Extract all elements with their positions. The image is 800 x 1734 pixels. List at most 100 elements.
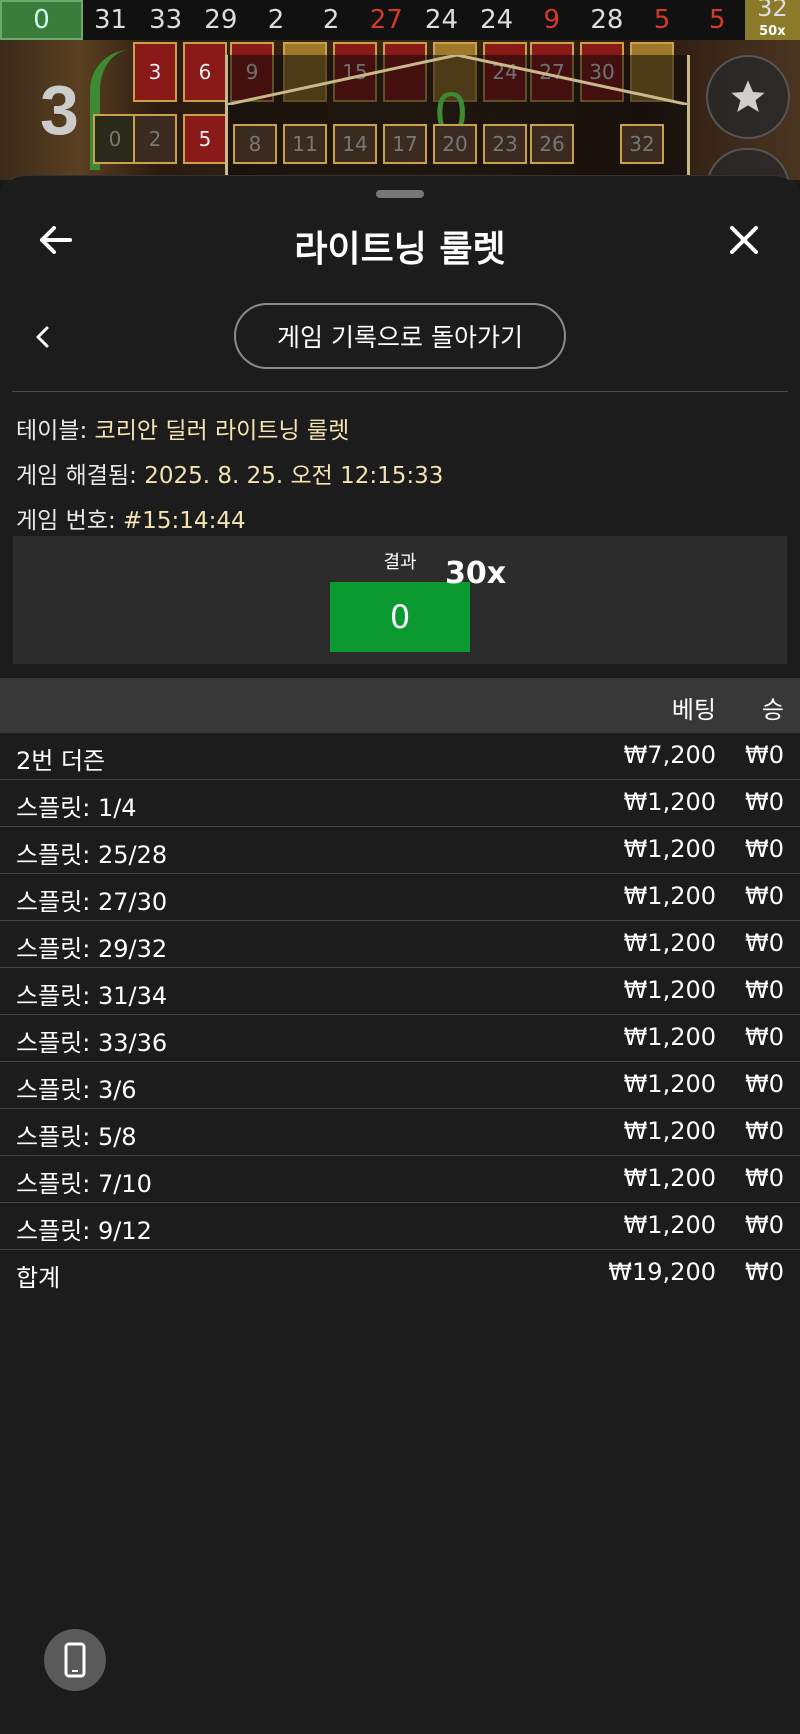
history-result: 5 xyxy=(635,0,690,40)
board-tile: 5 xyxy=(183,114,227,164)
history-result: 31 xyxy=(83,0,138,40)
history-number: 24 xyxy=(480,5,514,35)
info-number-label: 게임 번호: xyxy=(16,508,116,534)
win-amount: ₩0 xyxy=(745,1258,784,1286)
history-result: 28 xyxy=(579,0,634,40)
history-result: 24 xyxy=(414,0,469,40)
divider xyxy=(12,391,788,392)
last-result-display: 3 xyxy=(40,71,79,149)
history-number: 24 xyxy=(424,5,458,35)
bet-amount: ₩1,200 xyxy=(623,788,716,816)
sheet-header: 라이트닝 룰렛 xyxy=(0,206,800,286)
bet-amount: ₩1,200 xyxy=(623,1023,716,1051)
bet-row: 스플릿: 27/30 ₩1,200 ₩0 xyxy=(0,874,800,921)
info-resolved-label: 게임 해결됨: xyxy=(16,463,137,489)
bet-name: 스플릿: 31/34 xyxy=(16,982,168,1010)
game-history-sheet: 라이트닝 룰렛 게임 기록으로 돌아가기 테이블: 코리안 딜러 라이트닝 룰렛… xyxy=(0,175,800,1734)
bet-amount: ₩1,200 xyxy=(623,929,716,957)
column-header-win: 승 xyxy=(761,696,784,724)
star-icon xyxy=(731,80,765,112)
history-result: 29 xyxy=(193,0,248,40)
history-result: 2 xyxy=(248,0,303,40)
bet-name: 스플릿: 9/12 xyxy=(16,1217,152,1245)
bet-name: 합계 xyxy=(16,1264,61,1292)
history-result: 9 xyxy=(524,0,579,40)
bet-amount: ₩19,200 xyxy=(608,1258,716,1286)
win-amount: ₩0 xyxy=(745,1023,784,1051)
result-multiplier: 30x xyxy=(445,556,507,591)
win-amount: ₩0 xyxy=(745,788,784,816)
history-result: 24 xyxy=(469,0,524,40)
info-table: 테이블: 코리안 딜러 라이트닝 룰렛 xyxy=(16,411,349,445)
info-resolved: 게임 해결됨: 2025. 8. 25. 오전 12:15:33 xyxy=(16,456,443,490)
page-title: 라이트닝 룰렛 xyxy=(294,229,506,270)
info-game-number: 게임 번호: #15:14:44 xyxy=(16,501,246,535)
board-tile: 2 xyxy=(133,114,177,164)
column-header-bet: 베팅 xyxy=(671,696,716,724)
history-result: 5 xyxy=(690,0,745,40)
chevron-left-icon[interactable] xyxy=(30,324,56,350)
win-amount: ₩0 xyxy=(745,929,784,957)
bet-row: 스플릿: 33/36 ₩1,200 ₩0 xyxy=(0,1015,800,1062)
bet-row: 스플릿: 31/34 ₩1,200 ₩0 xyxy=(0,968,800,1015)
bet-row: 스플릿: 3/6 ₩1,200 ₩0 xyxy=(0,1062,800,1109)
bet-name: 스플릿: 3/6 xyxy=(16,1076,137,1104)
bet-name: 스플릿: 25/28 xyxy=(16,841,168,869)
back-to-history-button[interactable]: 게임 기록으로 돌아가기 xyxy=(234,303,566,369)
bet-amount: ₩1,200 xyxy=(623,882,716,910)
info-resolved-value: 2025. 8. 25. 오전 12:15:33 xyxy=(144,463,444,489)
win-amount: ₩0 xyxy=(745,1117,784,1145)
board-tile: 6 xyxy=(183,42,227,102)
win-amount: ₩0 xyxy=(745,1164,784,1192)
history-number: 5 xyxy=(708,5,726,35)
board-tile: 23 xyxy=(483,124,527,164)
sheet-drag-handle[interactable] xyxy=(376,190,424,198)
bet-amount: ₩7,200 xyxy=(623,741,716,769)
history-result: 27 xyxy=(359,0,414,40)
total-row: 합계 ₩19,200 ₩0 xyxy=(0,1250,800,1297)
history-number: 9 xyxy=(543,5,561,35)
bet-name: 스플릿: 27/30 xyxy=(16,888,168,916)
result-panel: 결과 0 30x xyxy=(13,536,787,664)
board-tile: 20 xyxy=(433,124,477,164)
bet-amount: ₩1,200 xyxy=(623,1211,716,1239)
device-toggle-button[interactable] xyxy=(44,1629,106,1691)
close-icon[interactable] xyxy=(724,220,764,260)
bet-row: 스플릿: 9/12 ₩1,200 ₩0 xyxy=(0,1203,800,1250)
history-number: 28 xyxy=(590,5,624,35)
bet-name: 스플릿: 33/36 xyxy=(16,1029,168,1057)
bet-row: 스플릿: 25/28 ₩1,200 ₩0 xyxy=(0,827,800,874)
bet-row: 스플릿: 1/4 ₩1,200 ₩0 xyxy=(0,780,800,827)
bet-row: 스플릿: 7/10 ₩1,200 ₩0 xyxy=(0,1156,800,1203)
bet-amount: ₩1,200 xyxy=(623,976,716,1004)
bet-amount: ₩1,200 xyxy=(623,1070,716,1098)
game-table-background: 3 3 6 9 15 24 27 30 0 2 5 0 8 11 14 17 2… xyxy=(0,40,800,180)
history-number: 29 xyxy=(204,5,238,35)
mobile-device-icon xyxy=(64,1642,86,1678)
history-number: 31 xyxy=(93,5,128,35)
win-amount: ₩0 xyxy=(745,835,784,863)
bet-row: 2번 더즌 ₩7,200 ₩0 xyxy=(0,733,800,780)
favorite-button[interactable] xyxy=(706,55,790,139)
bet-name: 스플릿: 7/10 xyxy=(16,1170,152,1198)
history-result: 0 xyxy=(0,0,83,40)
bet-row: 스플릿: 29/32 ₩1,200 ₩0 xyxy=(0,921,800,968)
win-amount: ₩0 xyxy=(745,741,784,769)
win-amount: ₩0 xyxy=(745,882,784,910)
board-tile: 26 xyxy=(530,124,574,164)
info-table-label: 테이블: xyxy=(16,418,88,444)
win-amount: ₩0 xyxy=(745,1070,784,1098)
board-tile: 8 xyxy=(233,124,277,164)
history-number: 33 xyxy=(149,5,183,35)
result-number: 0 xyxy=(330,582,470,652)
history-number: 2 xyxy=(322,5,340,35)
board-tile: 32 xyxy=(620,124,664,164)
bet-row: 스플릿: 5/8 ₩1,200 ₩0 xyxy=(0,1109,800,1156)
bet-amount: ₩1,200 xyxy=(623,1117,716,1145)
history-number: 32 xyxy=(757,0,788,22)
bet-amount: ₩1,200 xyxy=(623,835,716,863)
history-result: 33 xyxy=(138,0,193,40)
info-number-value: #15:14:44 xyxy=(123,508,246,534)
bet-name: 스플릿: 1/4 xyxy=(16,794,137,822)
bet-name: 2번 더즌 xyxy=(16,747,106,775)
